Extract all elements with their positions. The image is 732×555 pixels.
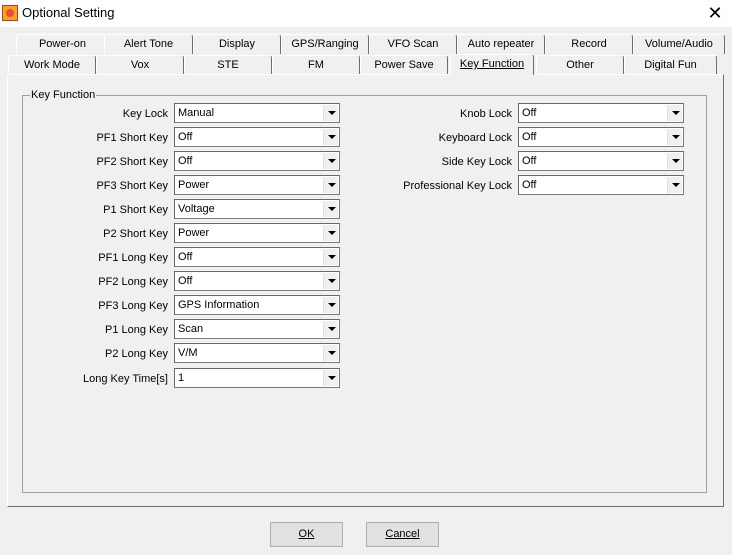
- cancel-button[interactable]: Cancel: [366, 522, 439, 547]
- window-title: Optional Setting: [22, 5, 115, 20]
- label-pf1-long-key: PF1 Long Key: [98, 252, 168, 264]
- select-value: Off: [178, 275, 193, 287]
- app-logo-icon: [2, 5, 18, 21]
- select-value: Off: [522, 107, 537, 119]
- label-side-key-lock: Side Key Lock: [441, 156, 512, 168]
- label-keyboard-lock: Keyboard Lock: [438, 132, 512, 144]
- cancel-button-label: Cancel: [385, 528, 420, 540]
- select-pf2-long-key[interactable]: Off: [174, 271, 340, 291]
- tab-power-on[interactable]: Power-on: [16, 34, 109, 54]
- tab-key-function[interactable]: Key Function: [450, 54, 534, 75]
- chevron-down-icon[interactable]: [323, 105, 338, 121]
- select-p1-short-key[interactable]: Voltage: [174, 199, 340, 219]
- chevron-down-icon[interactable]: [323, 297, 338, 313]
- select-long-key-time[interactable]: 1: [174, 368, 340, 388]
- chevron-down-icon[interactable]: [667, 129, 682, 145]
- select-value: V/M: [178, 347, 198, 359]
- title-bar: Optional Setting ✕: [0, 0, 732, 27]
- tab-digital-fun[interactable]: Digital Fun: [624, 55, 717, 75]
- label-pf1-short-key: PF1 Short Key: [96, 132, 168, 144]
- select-knob-lock[interactable]: Off: [518, 103, 684, 123]
- chevron-down-icon[interactable]: [323, 273, 338, 289]
- select-p1-long-key[interactable]: Scan: [174, 319, 340, 339]
- tab-fm[interactable]: FM: [272, 55, 360, 75]
- label-key-lock: Key Lock: [122, 108, 168, 120]
- chevron-down-icon[interactable]: [323, 345, 338, 361]
- label-p2-short-key: P2 Short Key: [103, 228, 168, 240]
- select-value: Scan: [178, 323, 204, 335]
- label-pf2-short-key: PF2 Short Key: [96, 156, 168, 168]
- select-value: Off: [178, 155, 193, 167]
- label-long-key-time: Long Key Time[s]: [83, 373, 168, 385]
- tab-record[interactable]: Record: [545, 34, 633, 54]
- tab-work-mode[interactable]: Work Mode: [8, 55, 96, 75]
- tab-alert-tone[interactable]: Alert Tone: [104, 34, 193, 54]
- chevron-down-icon[interactable]: [323, 201, 338, 217]
- select-value: Power: [178, 179, 210, 191]
- chevron-down-icon[interactable]: [667, 105, 682, 121]
- select-value: Off: [178, 251, 193, 263]
- select-side-key-lock[interactable]: Off: [518, 151, 684, 171]
- select-p2-short-key[interactable]: Power: [174, 223, 340, 243]
- tab-display[interactable]: Display: [193, 34, 281, 54]
- select-value: Power: [178, 227, 210, 239]
- chevron-down-icon[interactable]: [667, 153, 682, 169]
- chevron-down-icon[interactable]: [323, 225, 338, 241]
- label-p1-short-key: P1 Short Key: [103, 204, 168, 216]
- select-value: Voltage: [178, 203, 215, 215]
- select-value: Manual: [178, 107, 215, 119]
- select-professional-key-lock[interactable]: Off: [518, 175, 684, 195]
- chevron-down-icon[interactable]: [323, 370, 338, 386]
- tab-vfo-scan[interactable]: VFO Scan: [369, 34, 457, 54]
- chevron-down-icon[interactable]: [323, 177, 338, 193]
- select-pf3-long-key[interactable]: GPS Information: [174, 295, 340, 315]
- label-p1-long-key: P1 Long Key: [105, 324, 168, 336]
- ok-button[interactable]: OK: [270, 522, 343, 547]
- select-value: Off: [522, 179, 537, 191]
- chevron-down-icon[interactable]: [667, 177, 682, 193]
- tab-gps-ranging[interactable]: GPS/Ranging: [281, 34, 369, 54]
- select-pf3-short-key[interactable]: Power: [174, 175, 340, 195]
- select-pf2-short-key[interactable]: Off: [174, 151, 340, 171]
- select-value: 1: [178, 372, 185, 384]
- select-key-lock[interactable]: Manual: [174, 103, 340, 123]
- select-p2-long-key[interactable]: V/M: [174, 343, 340, 363]
- label-pf3-long-key: PF3 Long Key: [98, 300, 168, 312]
- groupbox-title: Key Function: [30, 89, 97, 101]
- tab-power-save[interactable]: Power Save: [360, 55, 448, 75]
- tab-ste[interactable]: STE: [184, 55, 272, 75]
- chevron-down-icon[interactable]: [323, 129, 338, 145]
- select-value: GPS Information: [178, 299, 260, 311]
- tab-volume-audio[interactable]: Volume/Audio: [633, 34, 725, 54]
- chevron-down-icon[interactable]: [323, 153, 338, 169]
- label-knob-lock: Knob Lock: [460, 108, 512, 120]
- select-value: Off: [522, 155, 537, 167]
- tab-auto-repeater[interactable]: Auto repeater: [457, 34, 545, 54]
- chevron-down-icon[interactable]: [323, 321, 338, 337]
- chevron-down-icon[interactable]: [323, 249, 338, 265]
- label-professional-key-lock: Professional Key Lock: [403, 180, 512, 192]
- tab-vox[interactable]: Vox: [96, 55, 184, 75]
- ok-button-label: OK: [298, 528, 315, 540]
- label-pf3-short-key: PF3 Short Key: [96, 180, 168, 192]
- select-pf1-short-key[interactable]: Off: [174, 127, 340, 147]
- select-value: Off: [178, 131, 193, 143]
- label-p2-long-key: P2 Long Key: [105, 348, 168, 360]
- select-keyboard-lock[interactable]: Off: [518, 127, 684, 147]
- select-pf1-long-key[interactable]: Off: [174, 247, 340, 267]
- select-value: Off: [522, 131, 537, 143]
- close-button[interactable]: ✕: [698, 0, 732, 27]
- tab-other[interactable]: Other: [536, 55, 624, 75]
- label-pf2-long-key: PF2 Long Key: [98, 276, 168, 288]
